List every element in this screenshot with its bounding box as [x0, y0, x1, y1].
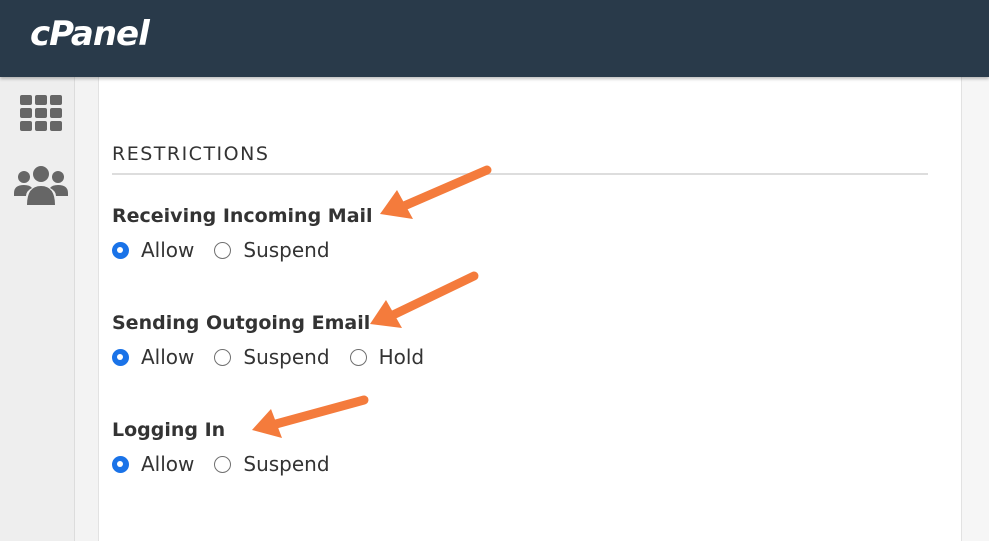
- receiving-incoming-mail-group: Receiving Incoming Mail Allow Suspend: [112, 205, 373, 263]
- top-header-bar: cPanel: [0, 0, 989, 77]
- logging-in-label: Logging In: [112, 419, 226, 441]
- section-divider: [112, 173, 928, 175]
- grid-icon[interactable]: [20, 95, 63, 132]
- radio-unchecked-icon[interactable]: [214, 241, 232, 259]
- radio-label: Suspend: [243, 345, 330, 369]
- sidebar: [0, 77, 75, 541]
- login-allow-radio[interactable]: Allow: [112, 452, 194, 476]
- sending-outgoing-email-label: Sending Outgoing Email: [112, 312, 371, 334]
- receiving-suspend-radio[interactable]: Suspend: [214, 238, 330, 262]
- radio-checked-icon[interactable]: [112, 241, 129, 259]
- section-title: RESTRICTIONS: [112, 143, 270, 165]
- radio-label: Allow: [141, 345, 195, 369]
- sending-outgoing-email-group: Sending Outgoing Email Allow Suspend Hol…: [112, 312, 444, 370]
- radio-label: Hold: [378, 345, 425, 369]
- users-icon[interactable]: [14, 166, 68, 206]
- sending-outgoing-email-options: Allow Suspend Hold: [112, 344, 444, 370]
- radio-label: Suspend: [243, 452, 330, 476]
- radio-label: Allow: [141, 238, 195, 262]
- cpanel-logo[interactable]: cPanel: [30, 14, 150, 54]
- sending-hold-radio[interactable]: Hold: [349, 345, 425, 369]
- login-suspend-radio[interactable]: Suspend: [214, 452, 330, 476]
- radio-label: Allow: [141, 452, 195, 476]
- receiving-incoming-mail-options: Allow Suspend: [112, 237, 373, 263]
- right-gutter: [961, 77, 989, 541]
- sending-allow-radio[interactable]: Allow: [112, 345, 194, 369]
- receiving-incoming-mail-label: Receiving Incoming Mail: [112, 205, 373, 227]
- sending-suspend-radio[interactable]: Suspend: [214, 345, 330, 369]
- receiving-allow-radio[interactable]: Allow: [112, 238, 194, 262]
- radio-checked-icon[interactable]: [112, 348, 129, 366]
- logging-in-group: Logging In Allow Suspend: [112, 419, 350, 477]
- radio-unchecked-icon[interactable]: [349, 348, 367, 366]
- radio-label: Suspend: [243, 238, 330, 262]
- logging-in-options: Allow Suspend: [112, 451, 350, 477]
- radio-unchecked-icon[interactable]: [214, 455, 232, 473]
- radio-checked-icon[interactable]: [112, 455, 129, 473]
- left-gutter: [75, 77, 99, 541]
- restrictions-panel: RESTRICTIONS Receiving Incoming Mail All…: [100, 77, 961, 541]
- radio-unchecked-icon[interactable]: [214, 348, 232, 366]
